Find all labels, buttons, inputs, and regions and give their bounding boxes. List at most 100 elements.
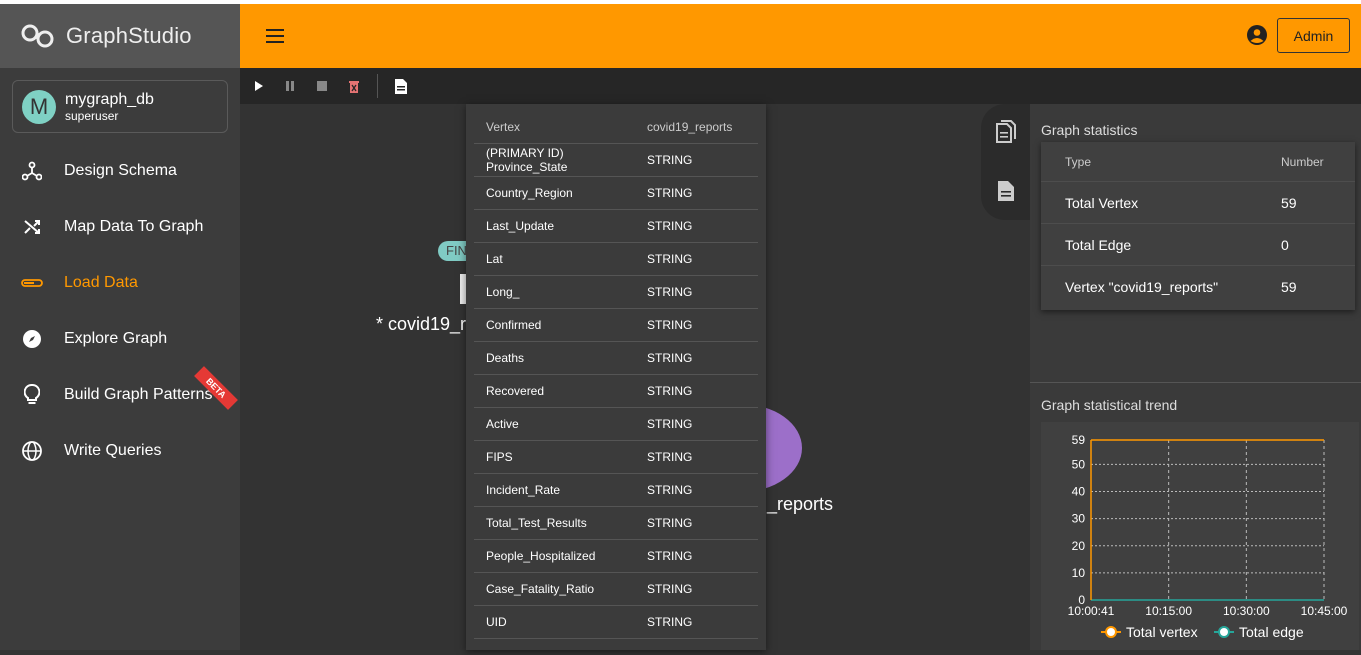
table-row: Total Vertex 59	[1041, 182, 1355, 224]
attribute-type: STRING	[647, 549, 693, 563]
attribute-type: STRING	[647, 417, 693, 431]
attribute-name: Deaths	[486, 351, 525, 365]
vertex-node-label: _reports	[767, 494, 834, 514]
attribute-name: Lat	[486, 252, 503, 266]
avatar: M	[22, 89, 56, 124]
load-bar-icon	[20, 271, 44, 295]
stat-number: 0	[1281, 236, 1289, 253]
table-row: UID STRING	[474, 606, 758, 639]
table-row: Case_Fatality_Ratio STRING	[474, 573, 758, 606]
attribute-name: Incident_Rate	[486, 483, 561, 497]
column-header: Number	[1281, 154, 1324, 169]
graph-name: mygraph_db	[65, 90, 154, 108]
stat-number: 59	[1281, 279, 1297, 295]
nav-item-build-patterns[interactable]: Build Graph Patterns BETA	[0, 366, 240, 423]
stat-type: Total Edge	[1065, 236, 1132, 253]
section-title: Graph statistical trend	[1041, 397, 1178, 413]
attribute-type: STRING	[647, 483, 693, 497]
table-header-row: Type Number	[1041, 142, 1355, 182]
shuffle-icon	[20, 215, 44, 239]
x-tick-label: 10:30:00	[1223, 604, 1270, 618]
account-icon[interactable]	[1246, 24, 1268, 51]
user-role: superuser	[65, 108, 119, 123]
logo-text: GraphStudio	[66, 23, 192, 48]
statistics-tab-icon[interactable]	[993, 119, 1019, 145]
attribute-name: Country_Region	[486, 186, 573, 200]
attribute-type: STRING	[647, 318, 693, 332]
attribute-name: Case_Fatality_Ratio	[486, 582, 595, 596]
document-tab-icon[interactable]	[993, 178, 1019, 204]
stat-number: 59	[1281, 194, 1297, 211]
nav-label: Load Data	[64, 274, 138, 291]
legend-label: Total edge	[1239, 624, 1304, 640]
y-tick-label: 59	[1072, 433, 1086, 447]
y-tick-label: 20	[1072, 539, 1086, 553]
vertex-attributes-popup: Vertex covid19_reports (PRIMARY ID) Prov…	[466, 104, 766, 650]
attribute-name: (PRIMARY ID) Province_State	[486, 146, 568, 174]
schema-icon	[20, 159, 44, 183]
attribute-name: Active	[486, 417, 519, 431]
nav-item-map-data[interactable]: Map Data To Graph	[0, 199, 240, 255]
table-row: Deaths STRING	[474, 342, 758, 375]
y-tick-label: 10	[1072, 566, 1086, 580]
file-icon[interactable]	[393, 78, 409, 94]
globe-icon	[20, 439, 44, 463]
attribute-name: Total_Test_Results	[486, 516, 587, 530]
top-app-bar: Admin	[240, 4, 1361, 68]
attribute-name: Confirmed	[486, 318, 542, 332]
sidebar: GraphStudio M mygraph_db superuser Desig…	[0, 4, 240, 650]
table-header-row: Vertex covid19_reports	[474, 110, 758, 144]
statistics-panel: Graph statistics Type Number Total Verte…	[1030, 104, 1361, 650]
pause-icon[interactable]	[282, 78, 298, 94]
table-row: Country_Region STRING	[474, 177, 758, 210]
table-row: People_Hospitalized STRING	[474, 540, 758, 573]
nav-item-explore-graph[interactable]: Explore Graph	[0, 311, 240, 367]
toolbar-divider	[377, 74, 378, 98]
attribute-type: STRING	[647, 450, 693, 464]
attribute-name: Last_Update	[486, 219, 555, 233]
attribute-type: STRING	[647, 516, 693, 530]
nav-label: Design Schema	[64, 162, 177, 179]
legend-marker	[1105, 626, 1117, 638]
nav-list: Design Schema Map Data To Graph Load Dat…	[0, 143, 240, 479]
attribute-type: STRING	[647, 186, 693, 200]
column-header: Vertex	[486, 119, 521, 134]
lightbulb-icon	[20, 383, 44, 407]
stat-type: Vertex "covid19_reports"	[1065, 279, 1219, 295]
graphstudio-logo-icon	[21, 24, 54, 48]
table-row: Total Edge 0	[1041, 224, 1355, 266]
table-row: Active STRING	[474, 408, 758, 441]
legend-marker	[1218, 626, 1230, 638]
y-tick-label: 30	[1072, 512, 1086, 526]
nav-label: Map Data To Graph	[64, 218, 204, 235]
attribute-name: UID	[486, 615, 507, 629]
nav-item-design-schema[interactable]: Design Schema	[0, 143, 240, 199]
y-tick-label: 50	[1072, 457, 1086, 471]
trend-chart-card: 0 10 20 30 40 50 59 10:00:41 10:15:00 10:30:00 10:…	[1041, 422, 1359, 650]
table-row: FIPS STRING	[474, 441, 758, 474]
attribute-type: STRING	[647, 285, 693, 299]
table-row: Incident_Rate STRING	[474, 474, 758, 507]
load-toolbar	[240, 68, 1361, 104]
attribute-name: FIPS	[486, 450, 513, 464]
logo-bar[interactable]: GraphStudio	[0, 4, 240, 68]
play-icon[interactable]	[251, 78, 267, 94]
attribute-name: Long_	[486, 285, 520, 299]
attribute-type: STRING	[647, 219, 693, 233]
section-title: Graph statistics	[1041, 122, 1138, 138]
menu-icon[interactable]	[265, 26, 287, 46]
delete-icon[interactable]	[346, 78, 362, 94]
nav-label: Write Queries	[64, 442, 162, 459]
admin-button[interactable]: Admin	[1277, 18, 1350, 53]
stop-icon[interactable]	[314, 78, 330, 94]
table-row: Last_Update STRING	[474, 210, 758, 243]
stats-table: Type Number Total Vertex 59 Total Edge 0 V…	[1041, 142, 1355, 310]
nav-item-write-queries[interactable]: Write Queries	[0, 423, 240, 479]
nav-item-load-data[interactable]: Load Data	[0, 255, 240, 311]
graph-selector[interactable]: M mygraph_db superuser	[12, 80, 228, 133]
x-tick-label: 10:00:41	[1068, 604, 1115, 618]
table-row: Long_ STRING	[474, 276, 758, 309]
table-row: Lat STRING	[474, 243, 758, 276]
table-row: (PRIMARY ID) Province_State STRING	[474, 144, 758, 177]
trend-chart: 010203040505910:00:41 10:15:00 10:30:00 10:…	[1068, 433, 1348, 640]
